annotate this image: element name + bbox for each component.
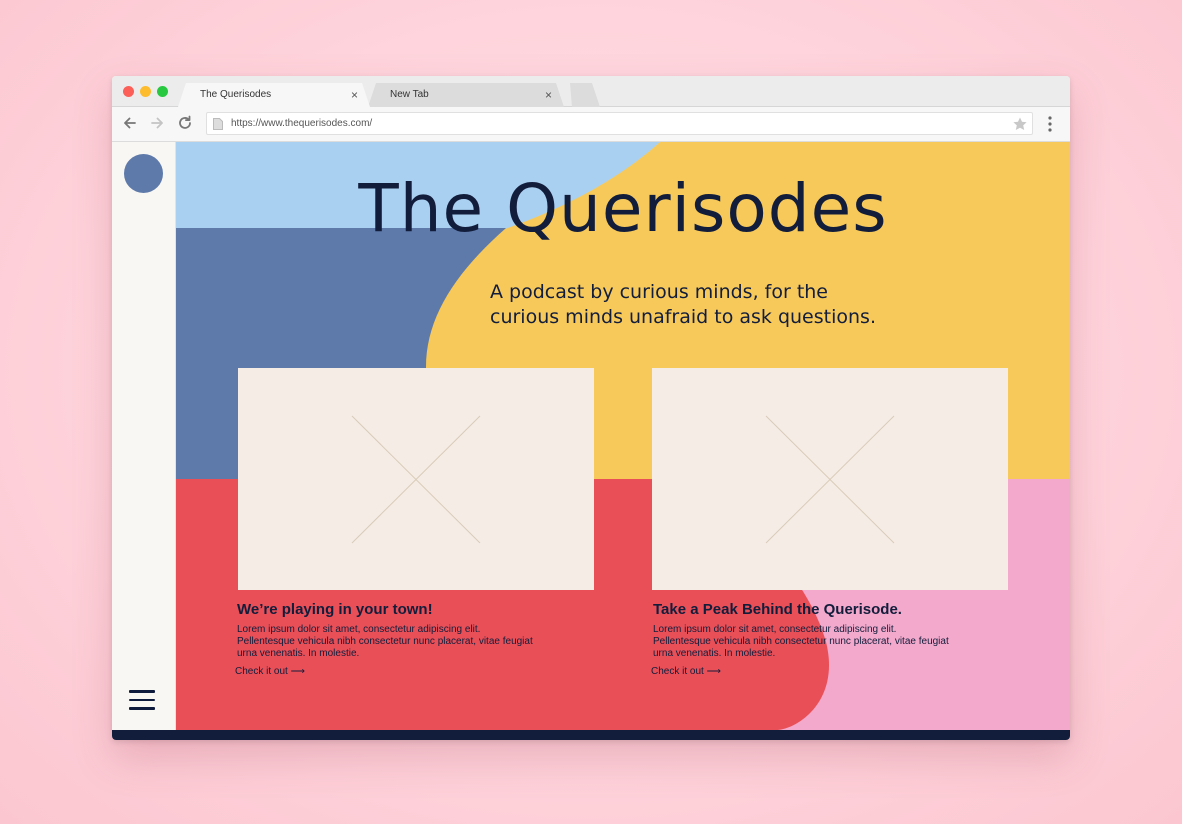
tagline-line-1: A podcast by curious minds, for the [490, 281, 829, 303]
forward-arrow-icon[interactable] [147, 113, 167, 133]
close-tab-icon[interactable]: × [351, 83, 358, 107]
card-title[interactable]: We’re playing in your town! [237, 601, 433, 618]
browser-toolbar: https://www.thequerisodes.com/ [112, 107, 1070, 142]
address-bar[interactable]: https://www.thequerisodes.com/ [206, 112, 1033, 135]
kebab-menu-icon[interactable] [1042, 115, 1058, 133]
card-image-placeholder[interactable] [238, 368, 594, 590]
card-title[interactable]: Take a Peak Behind the Querisode. [653, 601, 902, 618]
back-arrow-icon[interactable] [120, 113, 140, 133]
image-placeholder-icon [351, 415, 481, 544]
browser-window: The Querisodes × New Tab × https://www.t… [112, 76, 1070, 740]
card-body: Lorem ipsum dolor sit amet, consectetur … [653, 624, 949, 659]
web-page: The Querisodes A podcast by curious mind… [112, 142, 1070, 740]
image-placeholder-icon [765, 415, 895, 544]
logo-circle[interactable] [124, 154, 163, 193]
page-icon [213, 118, 223, 130]
hamburger-menu-icon[interactable] [129, 690, 155, 710]
tab-bar: The Querisodes × New Tab × [112, 76, 1070, 107]
close-tab-icon[interactable]: × [545, 83, 552, 107]
tagline-line-2: curious minds unafraid to ask questions. [490, 306, 876, 328]
card-image-placeholder[interactable] [652, 368, 1008, 590]
maximize-window-button[interactable] [157, 86, 168, 97]
new-tab-button[interactable] [570, 83, 600, 107]
side-rail [112, 142, 176, 730]
reload-icon[interactable] [175, 113, 195, 133]
bottom-bar [112, 730, 1070, 740]
tab-the-querisodes[interactable]: The Querisodes × [178, 83, 370, 107]
tab-new-tab[interactable]: New Tab × [368, 83, 564, 107]
check-it-out-link[interactable]: Check it out ⟶ [651, 666, 721, 677]
site-title: The Querisodes [358, 170, 888, 247]
bookmark-star-icon[interactable] [1012, 116, 1028, 132]
tab-title: The Querisodes [200, 89, 272, 100]
card-body: Lorem ipsum dolor sit amet, consectetur … [237, 624, 533, 659]
close-window-button[interactable] [123, 86, 134, 97]
tab-title: New Tab [390, 89, 429, 100]
check-it-out-link[interactable]: Check it out ⟶ [235, 666, 305, 677]
hero-section: The Querisodes A podcast by curious mind… [176, 142, 1070, 730]
minimize-window-button[interactable] [140, 86, 151, 97]
site-tagline: A podcast by curious minds, for the curi… [490, 280, 930, 330]
url-text: https://www.thequerisodes.com/ [231, 118, 373, 129]
